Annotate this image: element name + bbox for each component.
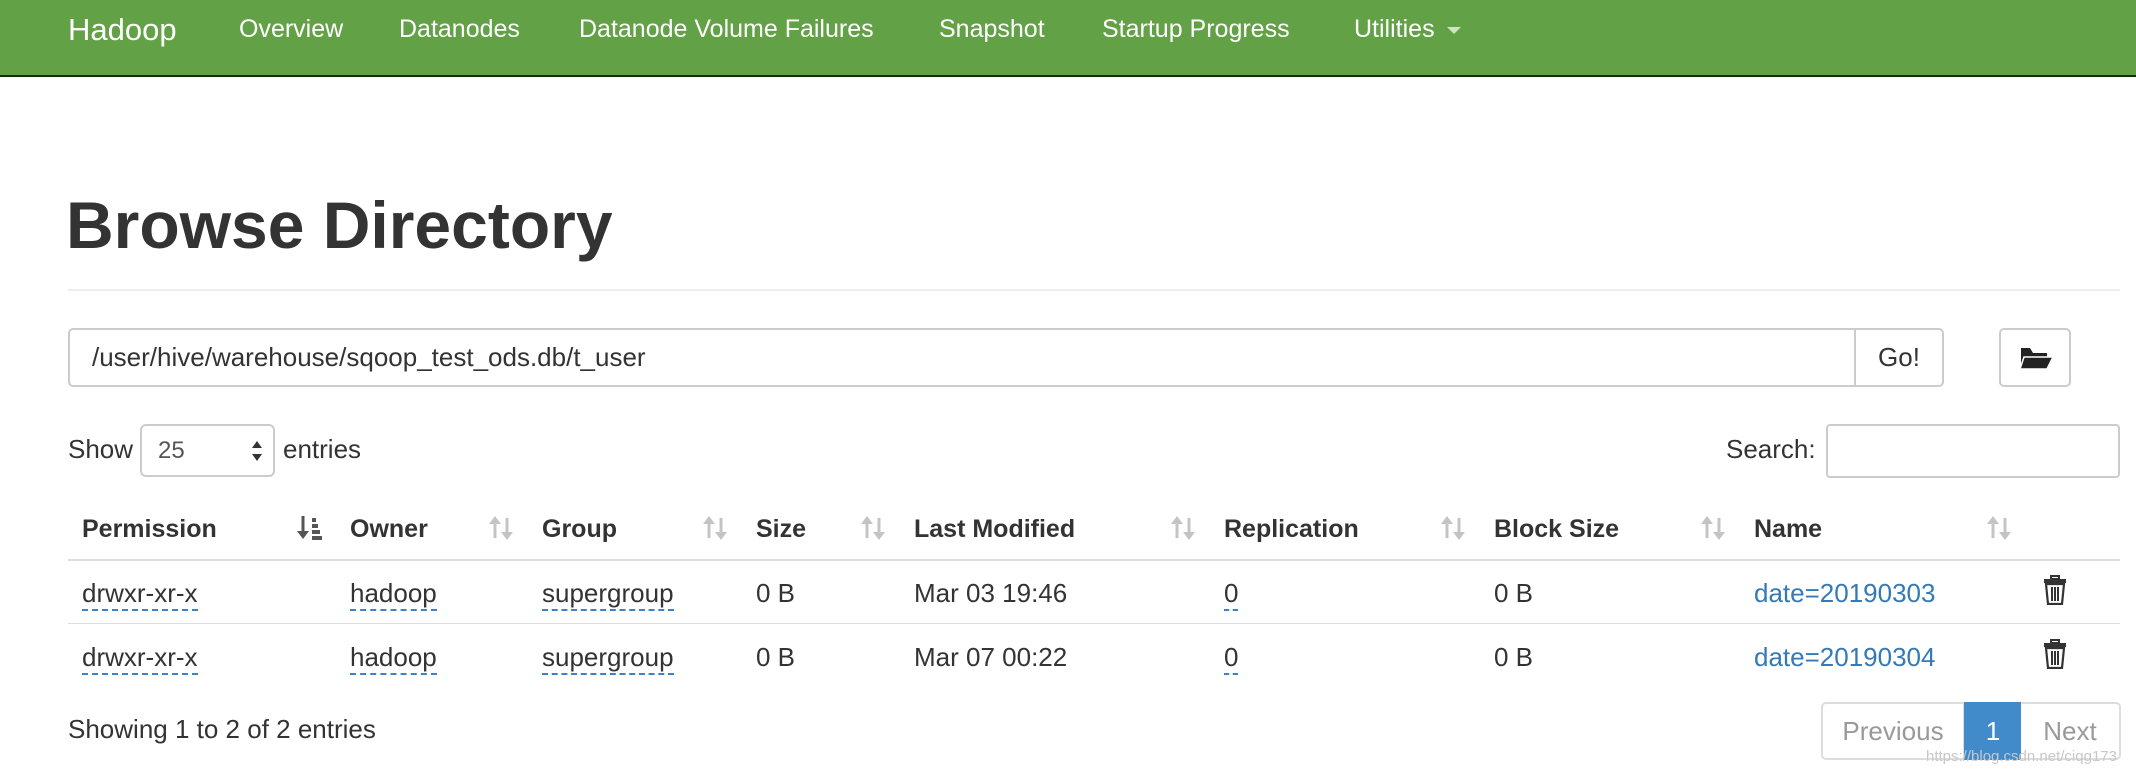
column-header-last-modified[interactable]: Last Modified [914, 514, 1075, 544]
sort-icon[interactable] [1170, 514, 1196, 542]
nav-utilities[interactable]: Utilities [1354, 14, 1461, 44]
table-header-divider [68, 559, 2120, 561]
trash-icon[interactable] [2043, 575, 2067, 605]
column-header-group[interactable]: Group [542, 514, 617, 544]
group-cell[interactable]: supergroup [542, 578, 674, 611]
sort-icon[interactable] [860, 514, 886, 542]
sort-icon[interactable] [488, 514, 514, 542]
size-cell: 0 B [756, 578, 796, 608]
trash-icon[interactable] [2043, 639, 2067, 669]
sort-icon[interactable] [702, 514, 728, 542]
block-size-cell: 0 B [1494, 642, 1534, 672]
group-cell[interactable]: supergroup [542, 642, 674, 675]
owner-cell[interactable]: hadoop [350, 578, 437, 611]
caret-down-icon [1446, 26, 1461, 34]
permission-cell[interactable]: drwxr-xr-x [82, 642, 198, 675]
column-header-size[interactable]: Size [756, 514, 806, 544]
name-link[interactable]: date=20190303 [1754, 578, 1935, 608]
replication-cell[interactable]: 0 [1224, 642, 1239, 675]
page-title: Browse Directory [66, 188, 613, 262]
search-input[interactable] [1826, 424, 2120, 478]
directory-path-input[interactable]: /user/hive/warehouse/sqoop_test_ods.db/t… [68, 328, 1856, 387]
navbar: Hadoop Overview Datanodes Datanode Volum… [0, 0, 2136, 77]
navbar-brand[interactable]: Hadoop [68, 12, 177, 48]
entries-label: entries [283, 434, 362, 464]
sort-icon[interactable] [1440, 514, 1466, 542]
column-header-replication[interactable]: Replication [1224, 514, 1359, 544]
name-link[interactable]: date=20190304 [1754, 642, 1935, 672]
select-arrows-icon [252, 441, 262, 461]
nav-datanode-volume-failures[interactable]: Datanode Volume Failures [579, 14, 874, 44]
sort-icon[interactable] [1700, 514, 1726, 542]
folder-open-icon [2020, 348, 2054, 370]
last-modified-cell: Mar 07 00:22 [914, 642, 1068, 672]
replication-cell[interactable]: 0 [1224, 578, 1239, 611]
column-header-permission[interactable]: Permission [82, 514, 217, 544]
header-divider [68, 289, 2120, 291]
entries-per-page-select[interactable]: 25 [140, 424, 275, 477]
entries-per-page-value: 25 [158, 437, 185, 464]
sort-icon[interactable] [1986, 514, 2012, 542]
show-label: Show [68, 434, 134, 464]
column-header-block-size[interactable]: Block Size [1494, 514, 1619, 544]
nav-utilities-label: Utilities [1354, 15, 1435, 43]
nav-datanodes[interactable]: Datanodes [399, 14, 520, 44]
size-cell: 0 B [756, 642, 796, 672]
nav-startup-progress[interactable]: Startup Progress [1102, 14, 1290, 44]
permission-cell[interactable]: drwxr-xr-x [82, 578, 198, 611]
go-button[interactable]: Go! [1854, 328, 1944, 387]
table-info: Showing 1 to 2 of 2 entries [68, 714, 376, 744]
column-header-name[interactable]: Name [1754, 514, 1822, 544]
create-directory-button[interactable] [1999, 328, 2071, 387]
last-modified-cell: Mar 03 19:46 [914, 578, 1068, 608]
sort-ascending-icon[interactable] [296, 514, 324, 542]
watermark: https://blog.csdn.net/ciqg173 [1926, 748, 2117, 765]
row-divider [68, 623, 2120, 624]
block-size-cell: 0 B [1494, 578, 1534, 608]
search-label: Search: [1726, 434, 1816, 464]
nav-snapshot[interactable]: Snapshot [939, 14, 1045, 44]
owner-cell[interactable]: hadoop [350, 642, 437, 675]
nav-overview[interactable]: Overview [239, 14, 343, 44]
column-header-owner[interactable]: Owner [350, 514, 428, 544]
